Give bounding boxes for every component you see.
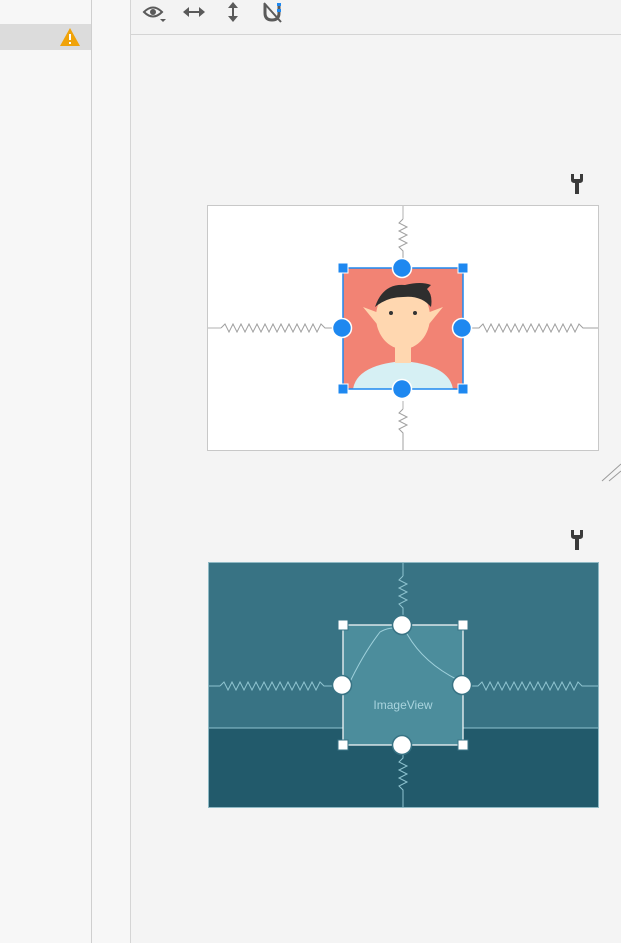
editor-gutter	[92, 0, 131, 943]
horizontal-expand-icon[interactable]	[181, 0, 207, 26]
eye-icon[interactable]	[141, 0, 167, 26]
imageview-label: ImageView	[373, 698, 432, 712]
component-tree-panel	[0, 0, 92, 943]
design-preview[interactable]	[207, 205, 599, 451]
vertical-expand-icon[interactable]	[220, 0, 246, 26]
layout-toolbar	[131, 0, 621, 35]
wrench-icon[interactable]	[568, 172, 586, 196]
warning-icon[interactable]	[59, 27, 81, 47]
device-resize-handle[interactable]	[600, 460, 621, 482]
magnet-off-icon[interactable]	[260, 0, 286, 26]
blueprint-preview[interactable]: ImageView	[208, 562, 599, 808]
selected-tree-row[interactable]	[0, 24, 91, 50]
wrench-icon[interactable]	[568, 528, 586, 552]
